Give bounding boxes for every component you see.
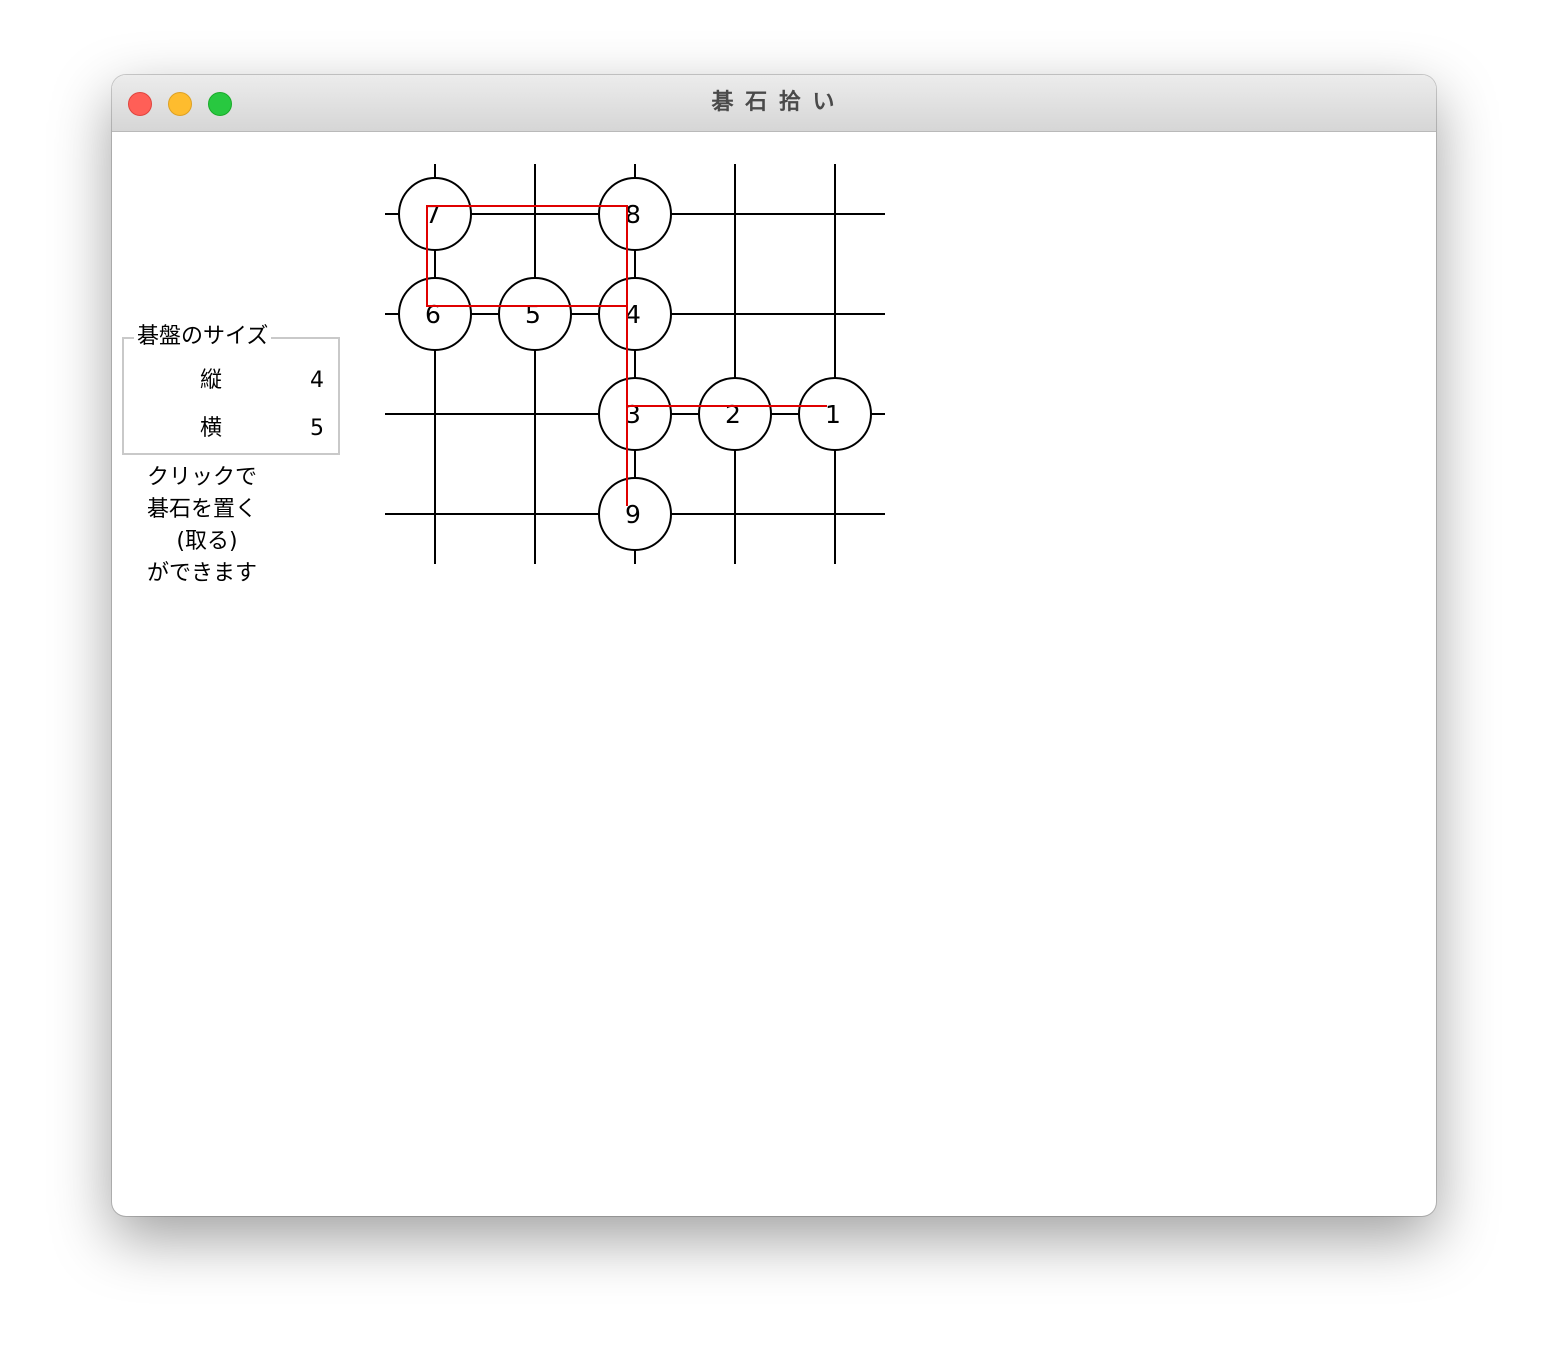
pickup-path bbox=[426, 205, 827, 506]
app-window: 碁 石 拾 い 碁盤のサイズ 縦 4 横 5 クリックで 碁石を置く (取る) … bbox=[112, 75, 1436, 1216]
stone-number: 2 bbox=[725, 400, 741, 429]
stone-number: 5 bbox=[525, 300, 541, 329]
stone-number: 1 bbox=[825, 400, 841, 429]
window-title: 碁 石 拾 い bbox=[711, 90, 837, 115]
window-content: 碁盤のサイズ 縦 4 横 5 クリックで 碁石を置く (取る) ができます 12… bbox=[112, 132, 1436, 1216]
go-board[interactable]: 1234567 89 bbox=[112, 132, 912, 652]
title-bar[interactable]: 碁 石 拾 い bbox=[112, 75, 1436, 132]
